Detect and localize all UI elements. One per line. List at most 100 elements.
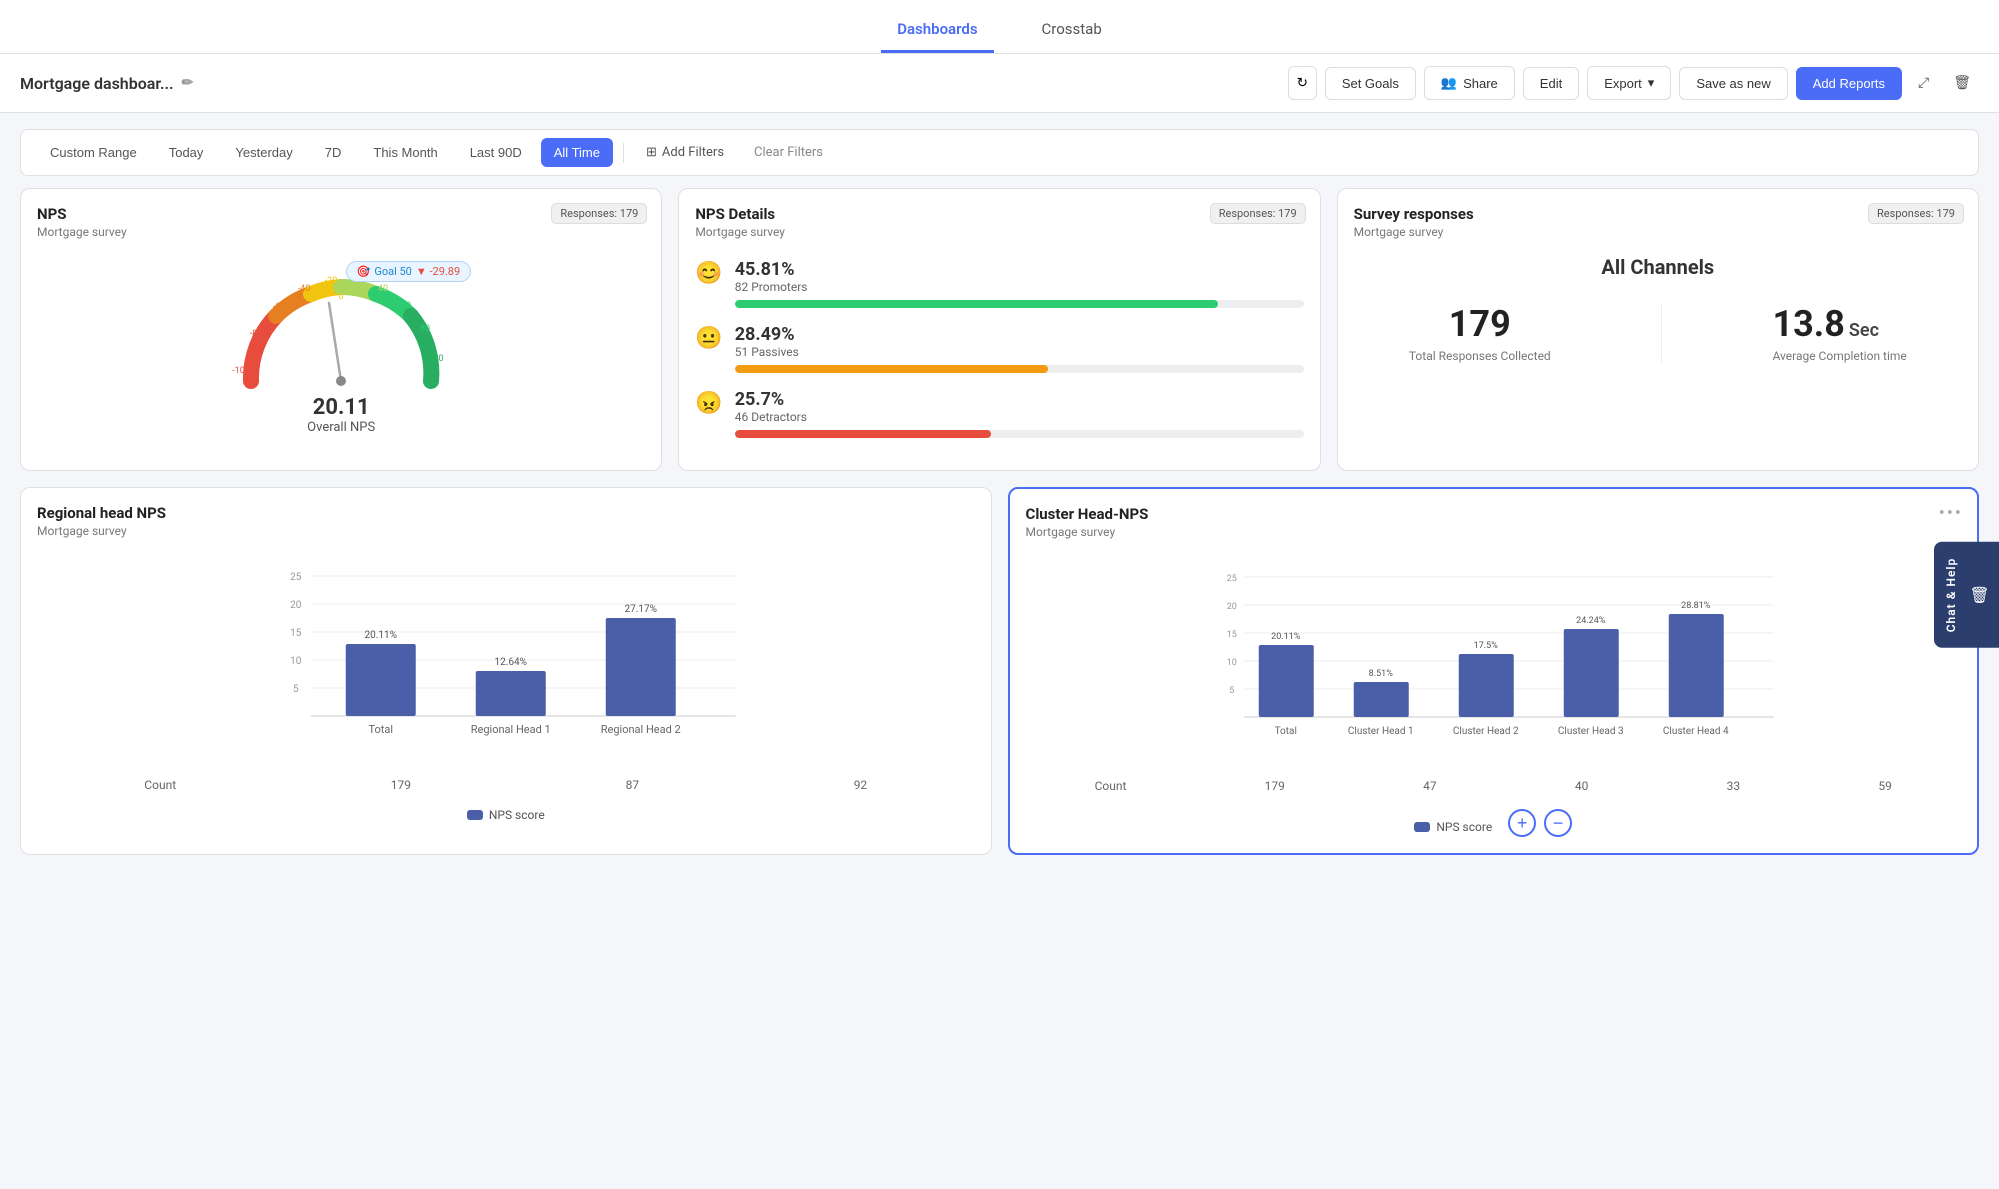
avg-time-number: 13.8 [1772,303,1844,345]
nps-responses-badge: Responses: 179 [551,203,647,224]
cluster-chart-svg: 25 20 15 10 5 20.11% Total 8.51% Clus [1026,559,1962,759]
cluster-chart-legend-row: NPS score + − [1026,809,1962,837]
svg-text:25: 25 [290,572,302,583]
avg-time-unit: Sec [1849,320,1879,341]
filter-this-month[interactable]: This Month [360,138,450,167]
svg-text:10: 10 [290,656,302,667]
detractors-bar-track [735,430,1304,438]
dashboard-title: Mortgage dashboar... ✏ [20,74,1278,93]
detractors-pct: 25.7% [735,389,1304,410]
svg-text:60: 60 [401,301,411,311]
nps-details-responses-badge: Responses: 179 [1210,203,1306,224]
promoters-pct: 45.81% [735,259,1304,280]
filter-last-90d[interactable]: Last 90D [457,138,535,167]
passives-bar-track [735,365,1304,373]
tab-dashboards[interactable]: Dashboards [881,12,993,53]
edit-button[interactable]: Edit [1523,67,1579,100]
set-goals-button[interactable]: Set Goals [1325,67,1416,100]
svg-text:Regional Head 1: Regional Head 1 [471,723,551,736]
promoters-bar-track [735,300,1304,308]
filter-icon: ⊞ [646,145,657,160]
cluster-chart-legend: NPS score [1414,820,1492,834]
save-as-new-button[interactable]: Save as new [1679,67,1787,100]
svg-text:-80: -80 [250,329,263,339]
filter-today[interactable]: Today [156,138,217,167]
tab-crosstab[interactable]: Crosstab [1026,12,1118,53]
svg-text:Cluster Head 4: Cluster Head 4 [1662,726,1728,737]
nps-card: NPS Mortgage survey Responses: 179 [20,188,662,471]
survey-responses-card: Survey responses Mortgage survey Respons… [1337,188,1979,471]
chat-help-widget[interactable]: 🗑 Chat & Help [1934,541,1999,648]
regional-chart-svg: 25 20 15 10 5 20.11% Total 12.64% [37,558,975,758]
cluster-head-nps-title: Cluster Head-NPS [1026,505,1962,523]
regional-bar-chart: 25 20 15 10 5 20.11% Total 12.64% [37,550,975,770]
filter-7d[interactable]: 7D [312,138,355,167]
filter-custom-range[interactable]: Custom Range [37,138,150,167]
gauge-svg: -100 -80 -60 -40 -20 0 20 40 60 80 100 [221,261,461,401]
nps-promoters-item: 😊 45.81% 82 Promoters [695,259,1303,308]
passives-bar-fill [735,365,1048,373]
svg-text:Regional Head 2: Regional Head 2 [601,723,681,736]
expand-icon[interactable]: ⤢ [1910,69,1937,97]
clear-filters-button[interactable]: Clear Filters [742,139,835,166]
svg-text:20: 20 [1226,602,1236,612]
cluster-head-nps-subtitle: Mortgage survey [1026,525,1962,539]
promoters-icon: 😊 [695,261,722,286]
count-footer: Count [144,778,176,792]
svg-text:-40: -40 [298,284,311,294]
svg-text:100: 100 [429,354,444,364]
svg-text:-100: -100 [232,366,250,376]
filter-yesterday[interactable]: Yesterday [222,138,305,167]
regional-chart-legend: NPS score [37,808,975,822]
legend-color-box [467,810,483,820]
share-button[interactable]: 👥 Share [1424,66,1515,100]
regional-head-nps-title: Regional head NPS [37,504,975,522]
add-filters-button[interactable]: ⊞ Add Filters [634,139,736,166]
svg-text:0: 0 [339,292,344,302]
svg-text:-60: -60 [273,302,286,312]
cluster-legend-color-box [1414,822,1430,832]
delete-icon[interactable]: 🗑 [1945,69,1979,97]
svg-text:Cluster Head 2: Cluster Head 2 [1452,726,1518,737]
three-dot-menu[interactable]: ••• [1939,503,1963,524]
nps-details-subtitle: Mortgage survey [695,225,1303,239]
svg-text:-20: -20 [325,276,338,286]
top-navigation: Dashboards Crosstab [0,0,1999,54]
passives-desc: 51 Passives [735,345,1304,359]
svg-text:28.81%: 28.81% [1681,601,1711,611]
zoom-in-button[interactable]: + [1508,809,1536,837]
svg-text:40: 40 [378,284,388,294]
cluster-head-nps-card: Cluster Head-NPS Mortgage survey ••• 25 … [1008,487,1980,855]
nps-detractors-item: 😠 25.7% 46 Detractors [695,389,1303,438]
svg-text:Cluster Head 1: Cluster Head 1 [1347,726,1413,737]
zoom-out-button[interactable]: − [1544,809,1572,837]
edit-title-icon[interactable]: ✏ [182,75,194,91]
svg-text:24.24%: 24.24% [1576,616,1606,626]
dashboard-bottom-row: Regional head NPS Mortgage survey 25 20 … [0,487,1999,871]
passives-icon: 😐 [695,326,722,351]
promoters-desc: 82 Promoters [735,280,1304,294]
svg-text:27.17%: 27.17% [625,604,657,615]
header-bar: Mortgage dashboar... ✏ ↻ Set Goals 👥 Sha… [0,54,1999,113]
svg-text:20.11%: 20.11% [365,630,397,641]
total-count: 179 [391,778,411,792]
svg-text:10: 10 [1226,658,1236,668]
filter-all-time[interactable]: All Time [541,138,613,167]
gauge-wrapper: -100 -80 -60 -40 -20 0 20 40 60 80 100 [221,261,461,391]
nps-items-list: 😊 45.81% 82 Promoters 😐 28.49% 51 Passiv… [695,259,1303,438]
svg-text:20.11%: 20.11% [1271,632,1301,642]
svg-text:5: 5 [293,684,299,695]
svg-text:20: 20 [290,600,302,611]
promoters-bar-fill [735,300,1219,308]
refresh-button[interactable]: ↻ [1288,66,1317,100]
detractors-desc: 46 Detractors [735,410,1304,424]
svg-text:80: 80 [420,324,430,334]
nps-passives-item: 😐 28.49% 51 Passives [695,324,1303,373]
svg-text:12.64%: 12.64% [495,657,527,668]
total-responses-label: Total Responses Collected [1409,349,1551,363]
export-button[interactable]: Export ▾ [1587,66,1671,100]
regional-head-nps-subtitle: Mortgage survey [37,524,975,538]
filter-divider [623,143,624,163]
total-responses-number: 179 [1409,303,1551,345]
add-reports-button[interactable]: Add Reports [1796,67,1902,100]
